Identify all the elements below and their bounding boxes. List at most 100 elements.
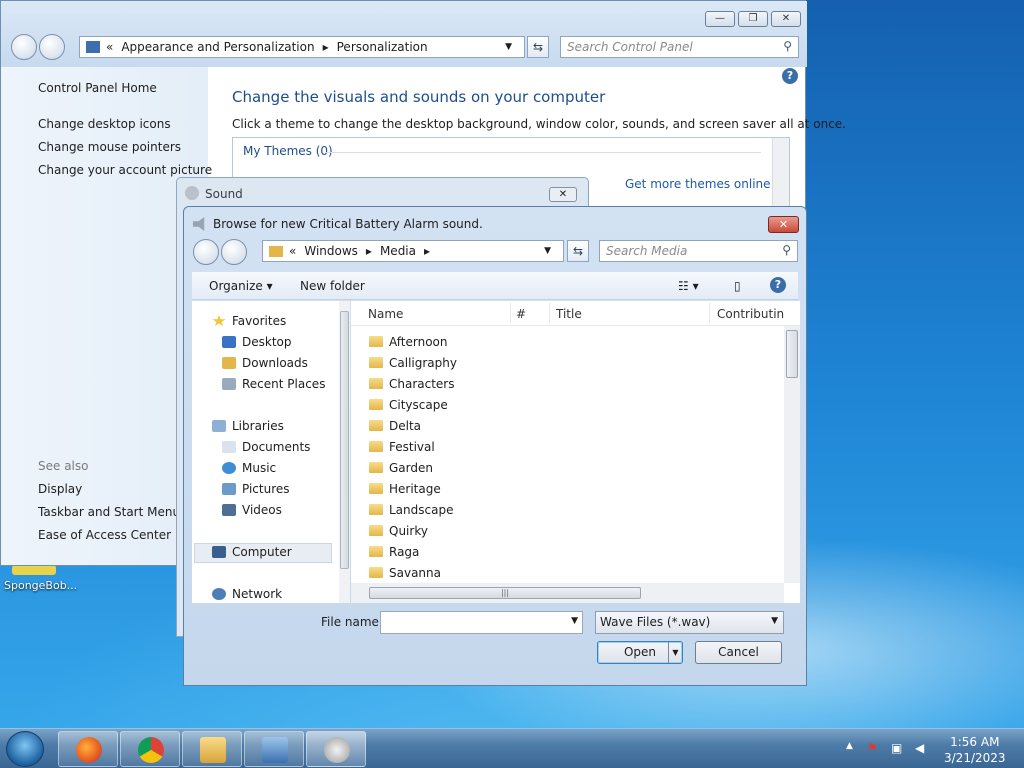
change-account-picture-link[interactable]: Change your account picture [38,163,212,177]
search-media-input[interactable]: Search Media ⚲ [599,240,798,262]
list-item[interactable]: Characters [369,377,455,397]
list-vertical-scrollbar[interactable] [784,326,800,583]
display-link[interactable]: Display [38,482,82,496]
list-item[interactable]: Garden [369,461,433,481]
ease-of-access-link[interactable]: Ease of Access Center [38,528,171,542]
start-button[interactable] [6,731,44,767]
help-icon[interactable]: ? [770,277,786,293]
column-title[interactable]: Title [556,307,582,321]
nav-recent-places[interactable]: Recent Places [222,377,325,391]
maximize-button[interactable]: ❐ [738,11,768,27]
sound-close-button[interactable]: ✕ [549,187,577,202]
close-button[interactable]: ✕ [771,11,801,27]
search-icon[interactable]: ⚲ [782,243,791,257]
taskbar-control-panel[interactable] [244,731,304,767]
browse-address-bar[interactable]: « Windows ▸ Media ▸ ▼ [262,240,564,262]
taskbar-sound[interactable] [306,731,366,767]
column-contributing[interactable]: Contributing [717,307,784,321]
list-horizontal-scrollbar-thumb[interactable]: ||| [369,587,641,599]
change-mouse-pointers-link[interactable]: Change mouse pointers [38,140,181,154]
nav-music[interactable]: Music [222,461,276,475]
refresh-button[interactable]: ⇆ [567,240,589,262]
list-item[interactable]: Heritage [369,482,441,502]
help-icon[interactable]: ? [782,68,798,84]
control-panel-home-link[interactable]: Control Panel Home [38,81,157,95]
open-button[interactable]: Open ▼ [597,641,683,664]
desktop-icon-spongebob[interactable]: SpongeBob... [0,565,80,597]
nav-documents[interactable]: Documents [222,440,310,454]
taskbar-chrome[interactable] [120,731,180,767]
breadcrumb-separator[interactable]: ▸ [366,244,372,258]
chevron-down-icon[interactable]: ▼ [771,616,778,626]
show-hidden-icons-icon[interactable]: ▲ [846,741,853,751]
list-item[interactable]: Delta [369,419,421,439]
list-item[interactable]: Raga [369,545,419,565]
nav-scrollbar[interactable] [339,301,350,603]
breadcrumb-windows[interactable]: Windows [304,244,358,258]
column-name[interactable]: Name [368,307,403,321]
taskbar-firefox[interactable] [58,731,118,767]
list-item[interactable]: Cityscape [369,398,448,418]
network-icon [212,588,226,600]
list-vertical-scrollbar-thumb[interactable] [786,330,798,378]
breadcrumb-separator[interactable]: ▸ [424,244,430,258]
address-bar[interactable]: « Appearance and Personalization ▸ Perso… [79,36,525,58]
list-item[interactable]: Afternoon [369,335,448,355]
list-item[interactable]: Quirky [369,524,428,544]
preview-pane-icon[interactable]: ▯ [734,279,741,293]
cancel-button[interactable]: Cancel [695,641,782,664]
breadcrumb-media[interactable]: Media [380,244,416,258]
refresh-button[interactable]: ⇆ [527,36,549,58]
volume-icon[interactable]: ◀ [915,741,924,755]
organize-button[interactable]: Organize ▾ [209,279,273,293]
change-desktop-icons-link[interactable]: Change desktop icons [38,117,171,131]
search-input[interactable]: Search Control Panel ⚲ [560,36,799,58]
themes-scrollbar[interactable] [772,138,789,206]
file-type-select[interactable]: Wave Files (*.wav) ▼ [595,611,784,634]
list-horizontal-scrollbar[interactable]: ||| [351,583,784,603]
list-item[interactable]: Calligraphy [369,356,457,376]
nav-videos[interactable]: Videos [222,503,282,517]
browse-close-button[interactable]: ✕ [768,216,799,233]
action-center-icon[interactable]: ⚑ [867,741,878,755]
list-item[interactable]: Festival [369,440,435,460]
network-icon[interactable]: ▣ [891,741,902,755]
breadcrumb-separator[interactable]: ▸ [323,40,329,54]
taskbar-file-explorer[interactable] [182,731,242,767]
open-button-label: Open [623,645,657,659]
nav-pictures[interactable]: Pictures [222,482,290,496]
forward-button[interactable] [221,239,247,265]
nav-desktop[interactable]: Desktop [222,335,292,349]
search-icon[interactable]: ⚲ [783,39,792,53]
get-more-themes-link[interactable]: Get more themes online [625,177,771,191]
column-separator[interactable] [510,303,511,323]
back-button[interactable] [11,34,37,60]
nav-scrollbar-thumb[interactable] [340,311,349,569]
column-number[interactable]: # [516,307,526,321]
breadcrumb-overflow[interactable]: « [289,244,296,258]
chevron-down-icon[interactable]: ▼ [571,616,578,626]
breadcrumb-overflow[interactable]: « [106,40,113,54]
nav-favorites[interactable]: Favorites [212,314,286,328]
new-folder-button[interactable]: New folder [300,279,365,293]
column-separator[interactable] [549,303,550,323]
breadcrumb-personalization[interactable]: Personalization [337,40,428,54]
chevron-down-icon[interactable]: ▼ [505,42,512,52]
chevron-down-icon[interactable]: ▼ [544,246,551,256]
back-button[interactable] [193,239,219,265]
open-split-arrow-icon[interactable]: ▼ [668,642,682,663]
forward-button[interactable] [39,34,65,60]
file-name-input[interactable]: ▼ [380,611,583,634]
column-separator[interactable] [709,303,710,323]
nav-network[interactable]: Network [212,587,282,601]
views-button[interactable]: ☷ ▾ [678,279,699,293]
clock[interactable]: 1:56 AM 3/21/2023 [944,734,1006,766]
nav-computer[interactable]: Computer [212,545,292,559]
taskbar-start-menu-link[interactable]: Taskbar and Start Menu [38,505,180,519]
page-title: Change the visuals and sounds on your co… [232,88,606,106]
breadcrumb-appearance[interactable]: Appearance and Personalization [121,40,314,54]
nav-downloads[interactable]: Downloads [222,356,308,370]
nav-libraries[interactable]: Libraries [212,419,284,433]
minimize-button[interactable]: — [705,11,735,27]
list-item[interactable]: Landscape [369,503,453,523]
